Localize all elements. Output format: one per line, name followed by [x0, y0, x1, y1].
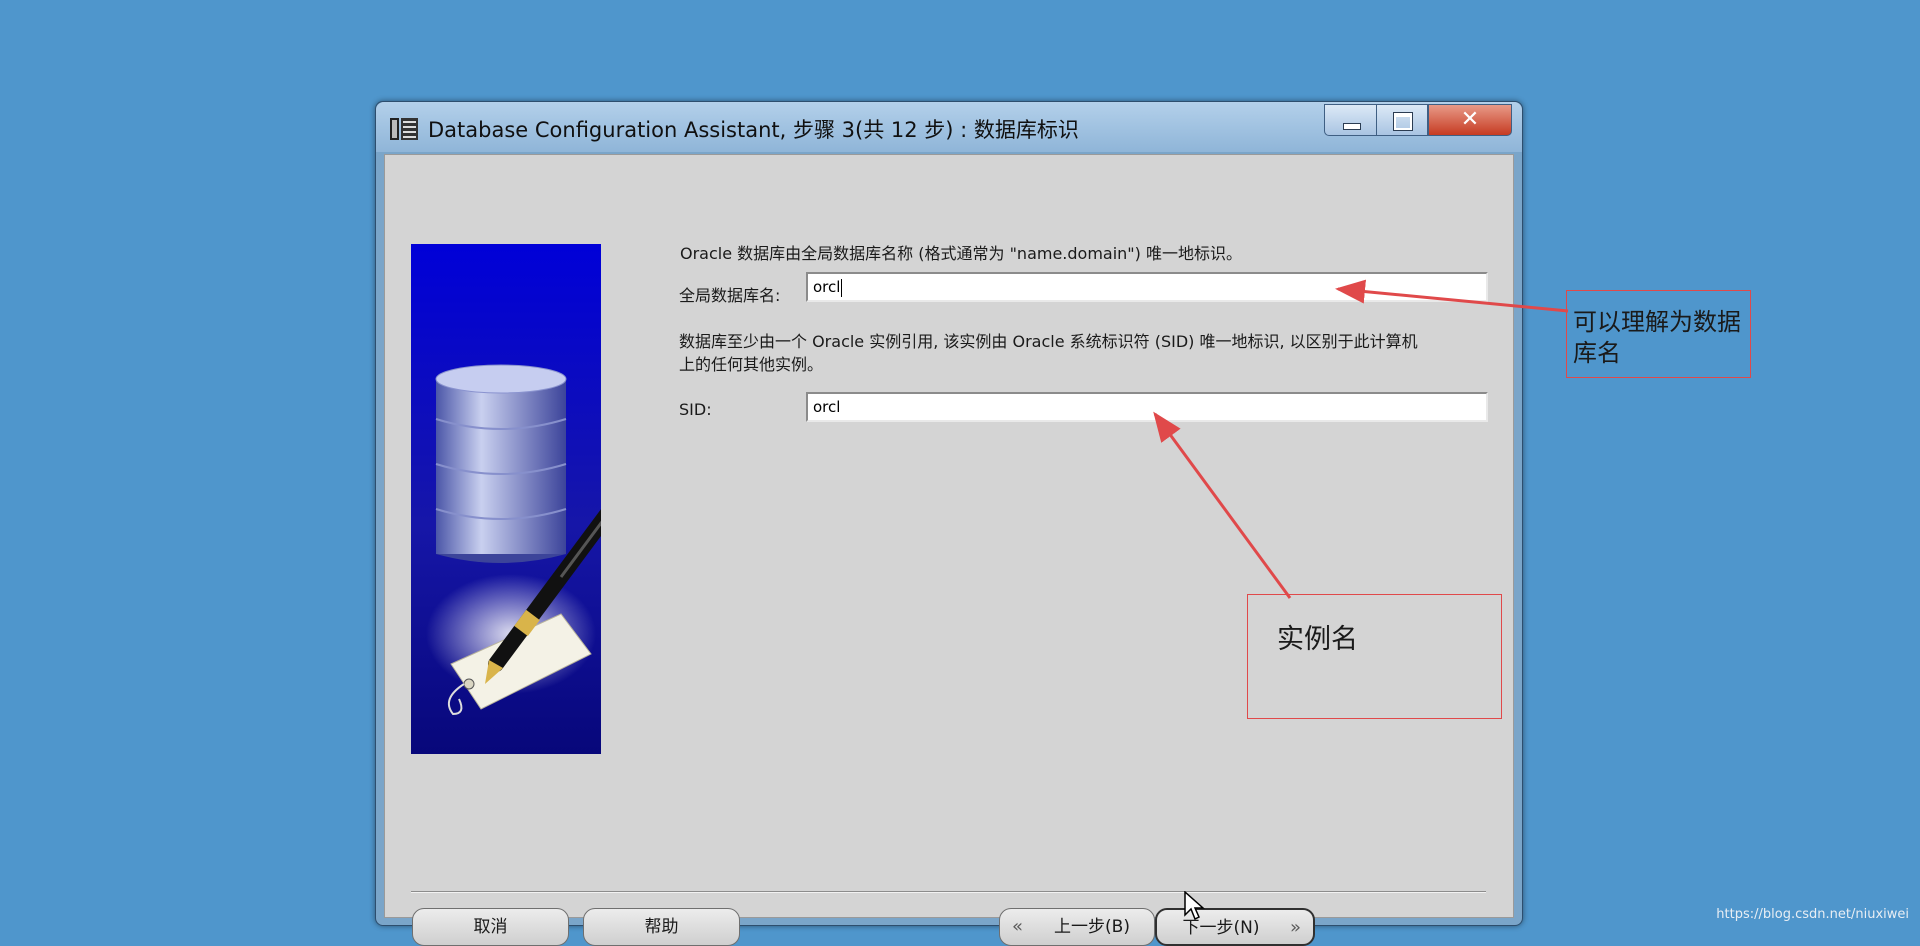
- dbca-window: Database Configuration Assistant, 步骤 3(共…: [375, 101, 1523, 946]
- sid-annotation: 实例名: [1247, 594, 1502, 719]
- sid-value: orcl: [813, 398, 841, 416]
- watermark: https://blog.csdn.net/niuxiwei: [1716, 907, 1909, 922]
- sid-description-line1: 数据库至少由一个 Oracle 实例引用, 该实例由 Oracle 系统标识符 …: [679, 332, 1418, 351]
- database-pen-illustration: [411, 244, 601, 754]
- dialog-content: Oracle 数据库由全局数据库名称 (格式通常为 "name.domain")…: [384, 154, 1514, 946]
- title-bar[interactable]: Database Configuration Assistant, 步骤 3(共…: [376, 102, 1522, 152]
- help-button[interactable]: 帮助: [583, 908, 740, 946]
- back-button-label: 上一步(B): [1054, 917, 1130, 937]
- text-caret: [841, 278, 843, 297]
- intro-text: Oracle 数据库由全局数据库名称 (格式通常为 "name.domain")…: [680, 244, 1242, 263]
- maximize-icon: [1393, 112, 1413, 131]
- sid-label: SID:: [679, 400, 712, 419]
- sid-input[interactable]: orcl: [806, 392, 1488, 422]
- cancel-button-label: 取消: [473, 917, 508, 937]
- close-icon: ✕: [1460, 107, 1480, 132]
- minimize-button[interactable]: [1324, 104, 1376, 136]
- window-title: Database Configuration Assistant, 步骤 3(共…: [428, 118, 1079, 142]
- cancel-button[interactable]: 取消: [412, 908, 569, 946]
- global-db-annotation: 可以理解为数据库名: [1566, 290, 1751, 378]
- help-button-label: 帮助: [644, 917, 679, 937]
- next-button[interactable]: 下一步(N) »: [1155, 908, 1315, 946]
- footer-divider: [411, 891, 1486, 893]
- sid-description-line2: 上的任何其他实例。: [679, 355, 824, 374]
- chevron-left-icon: «: [1012, 916, 1024, 937]
- app-icon: [390, 118, 418, 140]
- close-button[interactable]: ✕: [1428, 104, 1512, 136]
- maximize-button[interactable]: [1376, 104, 1428, 136]
- minimize-icon: [1343, 123, 1361, 130]
- global-db-annotation-text: 可以理解为数据库名: [1573, 308, 1741, 367]
- global-db-name-input[interactable]: orcl: [806, 272, 1488, 302]
- global-db-name-label: 全局数据库名:: [679, 286, 781, 305]
- global-db-name-value: orcl: [813, 278, 841, 296]
- chevron-right-icon: »: [1289, 917, 1301, 938]
- back-button[interactable]: « 上一步(B): [999, 908, 1155, 946]
- mouse-cursor-icon: [1184, 891, 1205, 921]
- sid-annotation-text: 实例名: [1277, 624, 1358, 655]
